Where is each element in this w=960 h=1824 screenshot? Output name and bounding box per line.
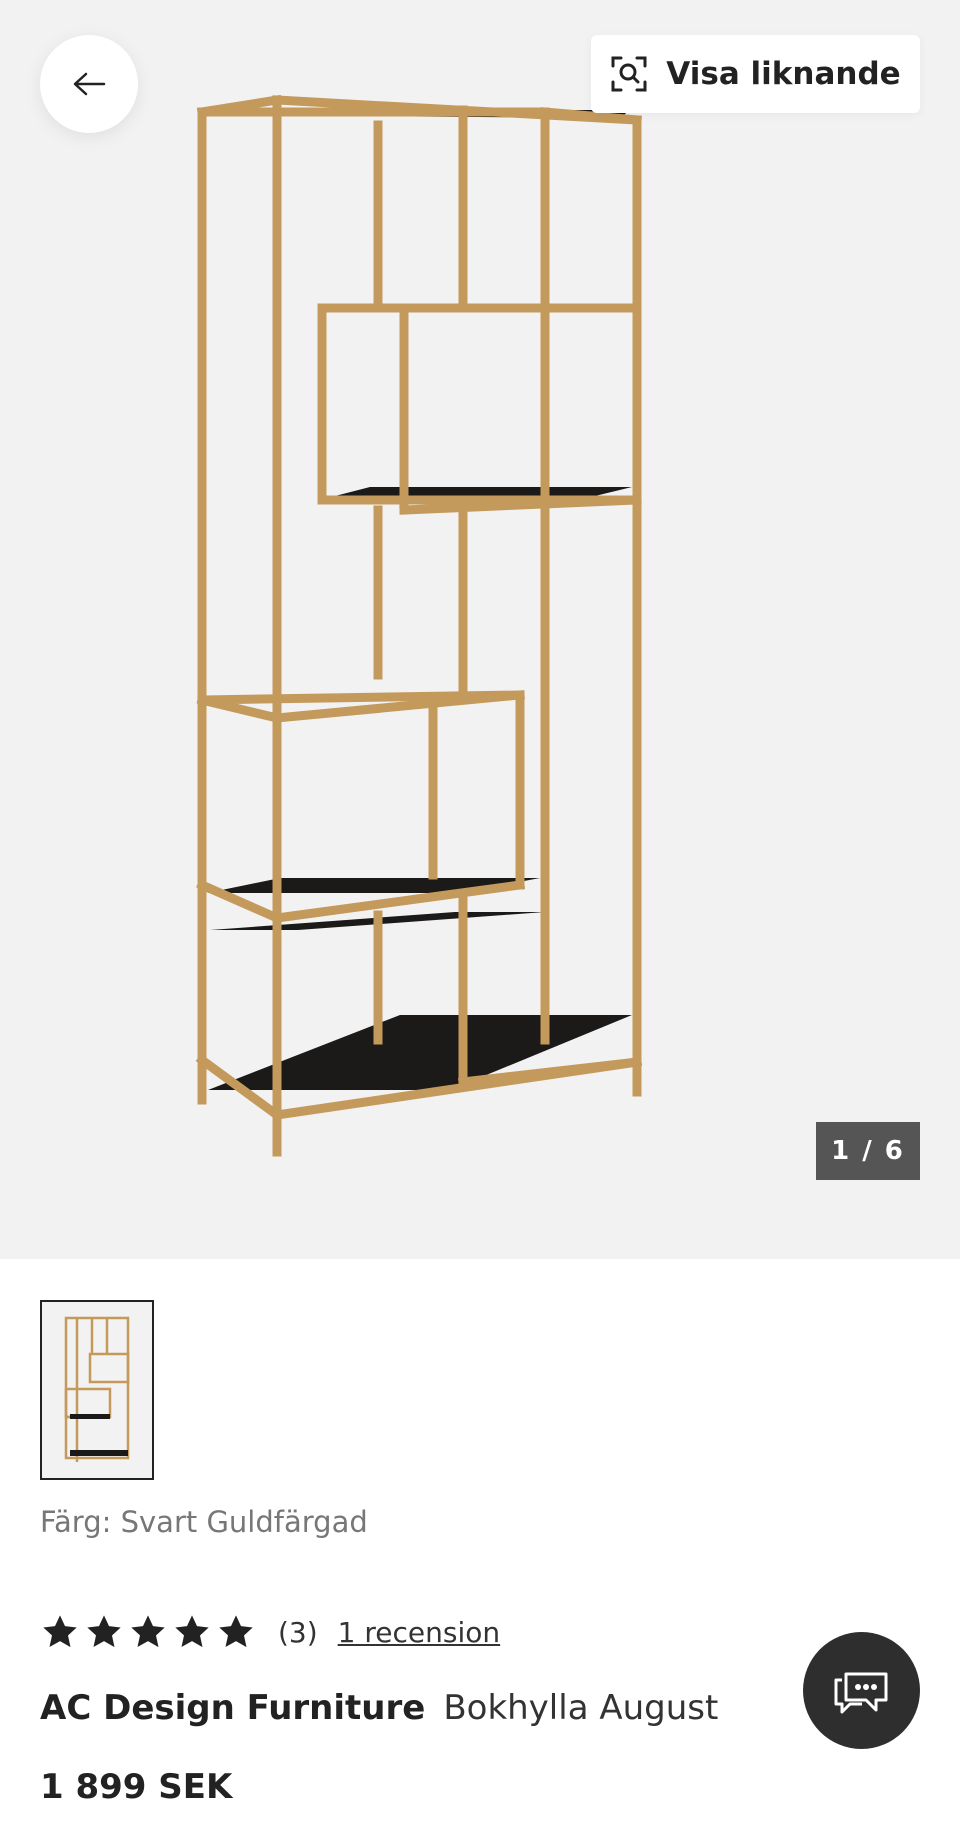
chat-bubbles-icon bbox=[834, 1672, 887, 1713]
product-title: AC Design Furniture Bokhylla August bbox=[40, 1688, 718, 1728]
brand-name[interactable]: AC Design Furniture bbox=[40, 1688, 425, 1728]
reviews-link[interactable]: 1 recension bbox=[338, 1616, 500, 1649]
thumbnail-1[interactable] bbox=[40, 1300, 154, 1480]
show-similar-label: Visa liknande bbox=[666, 56, 901, 92]
product-image-gallery[interactable]: Visa liknande 1 / 6 bbox=[0, 0, 960, 1259]
star-icon bbox=[219, 1615, 253, 1648]
star-icon bbox=[87, 1615, 121, 1648]
back-button[interactable] bbox=[40, 35, 138, 133]
rating-row: (3) 1 recension bbox=[40, 1608, 500, 1656]
chat-button[interactable] bbox=[803, 1632, 920, 1749]
thumbnail-image bbox=[64, 1316, 130, 1462]
star-icon bbox=[131, 1615, 165, 1648]
star-icon bbox=[175, 1615, 209, 1648]
product-name: Bokhylla August bbox=[443, 1688, 719, 1728]
visual-search-icon bbox=[611, 56, 647, 92]
color-label: Färg: Svart Guldfärgad bbox=[40, 1505, 368, 1539]
star-rating bbox=[40, 1612, 256, 1652]
arrow-left-icon bbox=[73, 72, 106, 96]
show-similar-button[interactable]: Visa liknande bbox=[591, 35, 920, 113]
rating-count: (3) bbox=[278, 1615, 318, 1649]
star-icon bbox=[43, 1615, 77, 1648]
product-image bbox=[195, 94, 643, 1157]
product-price: 1 899 SEK bbox=[40, 1767, 233, 1807]
image-counter: 1 / 6 bbox=[816, 1122, 920, 1180]
